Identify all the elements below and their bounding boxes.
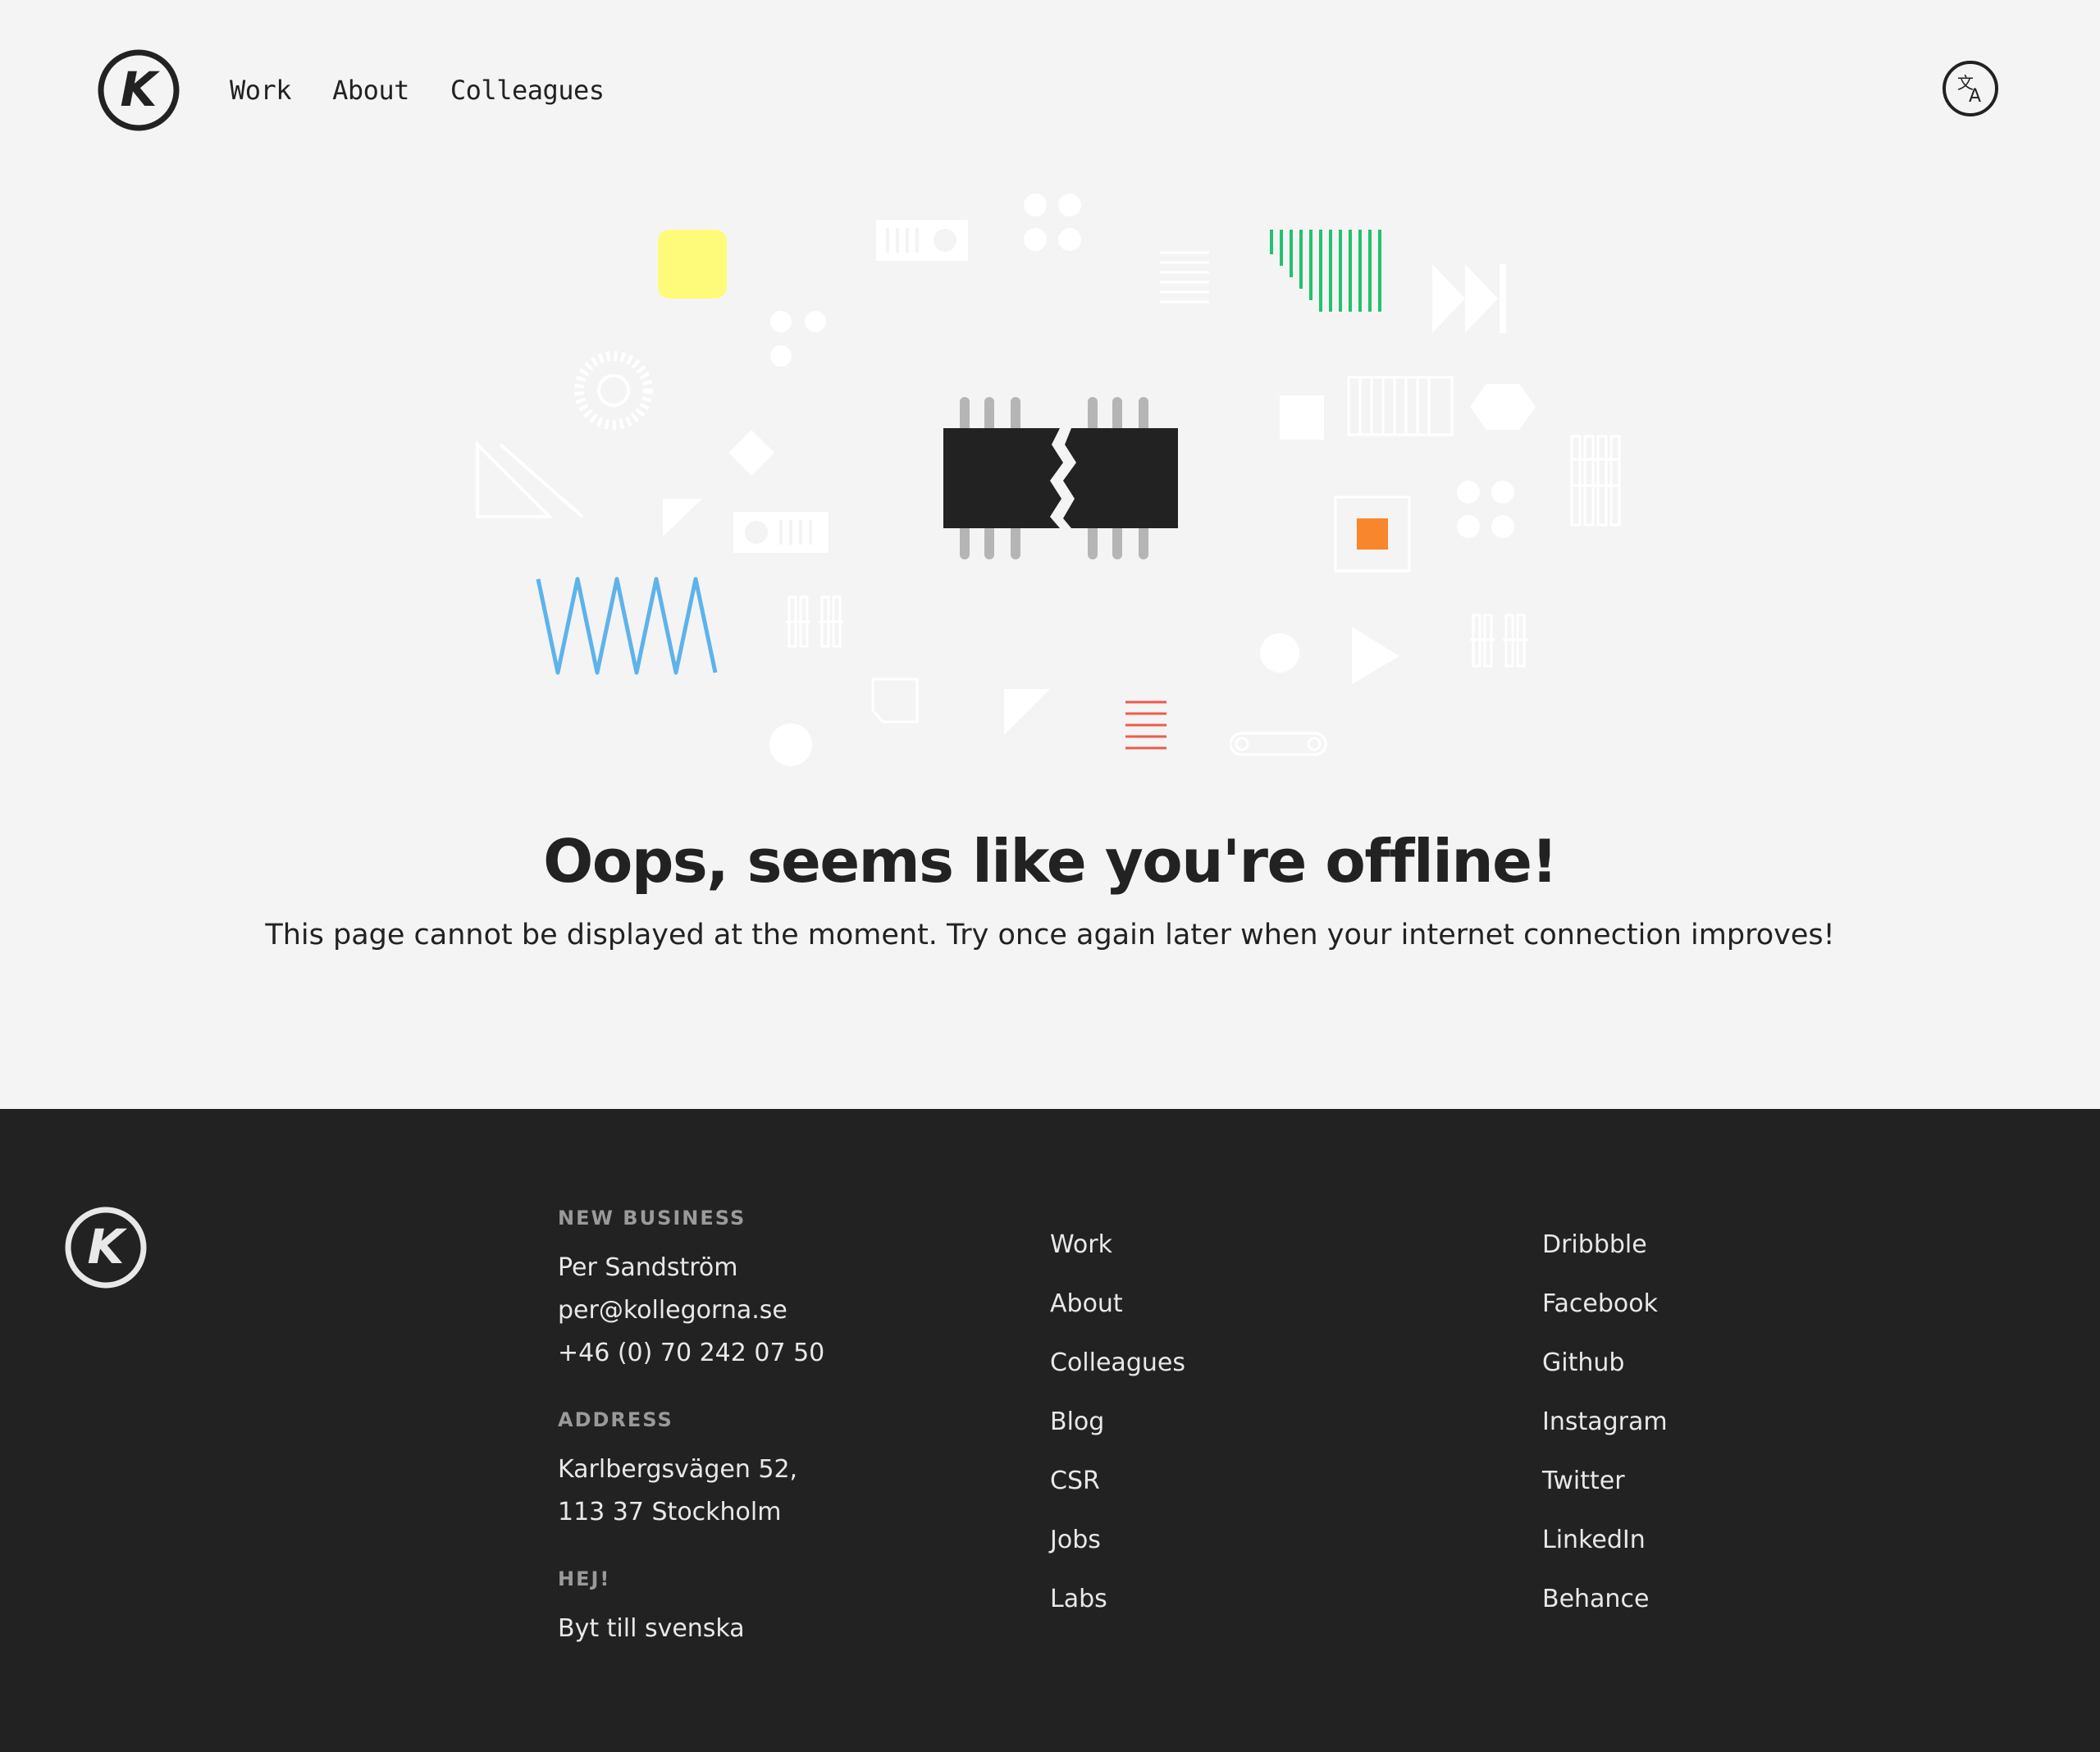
footer-link-about[interactable]: About [1050,1283,1460,1342]
social-link-behance[interactable]: Behance [1542,1578,1952,1637]
footer-site-links: Work About Colleagues Blog CSR Jobs Labs [1050,1224,1460,1637]
footer-logo-letter: K [88,1219,128,1275]
broken-chip-icon [943,397,1178,559]
footer-link-csr[interactable]: CSR [1050,1460,1460,1519]
play-shape [1352,627,1399,684]
contact-phone-link[interactable]: +46 (0) 70 242 07 50 [558,1332,1017,1375]
pair-lines-shape [786,595,843,648]
footer-link-jobs[interactable]: Jobs [1050,1519,1460,1578]
triangle-outline-shape [476,440,584,518]
small-triangle-shape [663,499,702,536]
sunburst-shape [574,351,653,430]
social-link-linkedin[interactable]: LinkedIn [1542,1519,1952,1578]
language-button[interactable]: 文 A [1942,61,1998,116]
offline-headline: Oops, seems like you're offline! [543,827,1558,896]
social-link-instagram[interactable]: Instagram [1542,1401,1952,1460]
outlined-bars-shape [1347,376,1454,436]
fast-forward-shape [1432,264,1506,333]
yellow-square-shape [658,230,727,299]
translate-icon: 文 A [1957,73,1981,107]
diamond-shape [728,430,774,476]
footer-social-links: Dribbble Facebook Github Instagram Twitt… [1542,1224,1952,1637]
social-link-twitter[interactable]: Twitter [1542,1460,1952,1519]
dots-shape [1024,194,1081,251]
pair-lines-right-shape [1470,614,1527,668]
bar-chip-lower-shape [733,512,829,553]
footer-contact-column: NEW BUSINESS Per Sandström per@kollegorn… [558,1206,1017,1650]
bottom-circle-shape [769,723,812,766]
small-dots-shape [770,311,826,367]
green-comb-shape [1270,230,1381,312]
folded-paper-shape [871,678,919,723]
contact-name: Per Sandström [558,1253,738,1282]
dots-right-shape [1457,481,1514,538]
footer-link-colleagues[interactable]: Colleagues [1050,1342,1460,1401]
switch-language-link[interactable]: Byt till svenska [558,1608,1017,1650]
footer-logo[interactable]: K [64,1206,148,1289]
svg-text:A: A [1969,86,1981,107]
social-link-dribbble[interactable]: Dribbble [1542,1224,1952,1283]
white-square-shape [1280,395,1324,440]
social-link-github[interactable]: Github [1542,1342,1952,1401]
offline-illustration [476,194,1621,766]
logo-letter: K [121,62,161,117]
social-link-facebook[interactable]: Facebook [1542,1283,1952,1342]
orange-box-shape [1334,495,1411,573]
vertical-bars-shape [1570,435,1621,527]
triangle-lower-shape [1004,689,1050,735]
footer-link-blog[interactable]: Blog [1050,1401,1460,1460]
address-line-2: 113 37 Stockholm [558,1498,782,1526]
hej-heading: HEJ! [558,1567,611,1590]
thin-lines-shape [1160,251,1209,303]
bar-chip-shape [876,220,968,261]
footer: K NEW BUSINESS Per Sandström per@kollego… [0,1109,2100,1752]
contact-email-link[interactable]: per@kollegorna.se [558,1289,1017,1332]
pill-shape [1229,732,1327,756]
blue-zigzag-shape [536,577,718,675]
address-heading: ADDRESS [558,1408,673,1431]
nav-work[interactable]: Work [230,75,292,106]
nav-colleagues[interactable]: Colleagues [450,75,605,106]
footer-link-work[interactable]: Work [1050,1224,1460,1283]
footer-link-labs[interactable]: Labs [1050,1578,1460,1637]
circle-shape [1260,633,1299,673]
kollegorna-logo[interactable]: K [97,48,180,132]
nav-about[interactable]: About [332,75,409,106]
main-nav: Work About Colleagues [230,69,605,112]
address-line-1: Karlbergsvägen 52, [558,1455,798,1484]
offline-subline: This page cannot be displayed at the mom… [265,919,1835,951]
hexagon-shape [1470,384,1536,430]
red-lines-shape [1125,700,1166,750]
new-business-heading: NEW BUSINESS [558,1207,746,1230]
